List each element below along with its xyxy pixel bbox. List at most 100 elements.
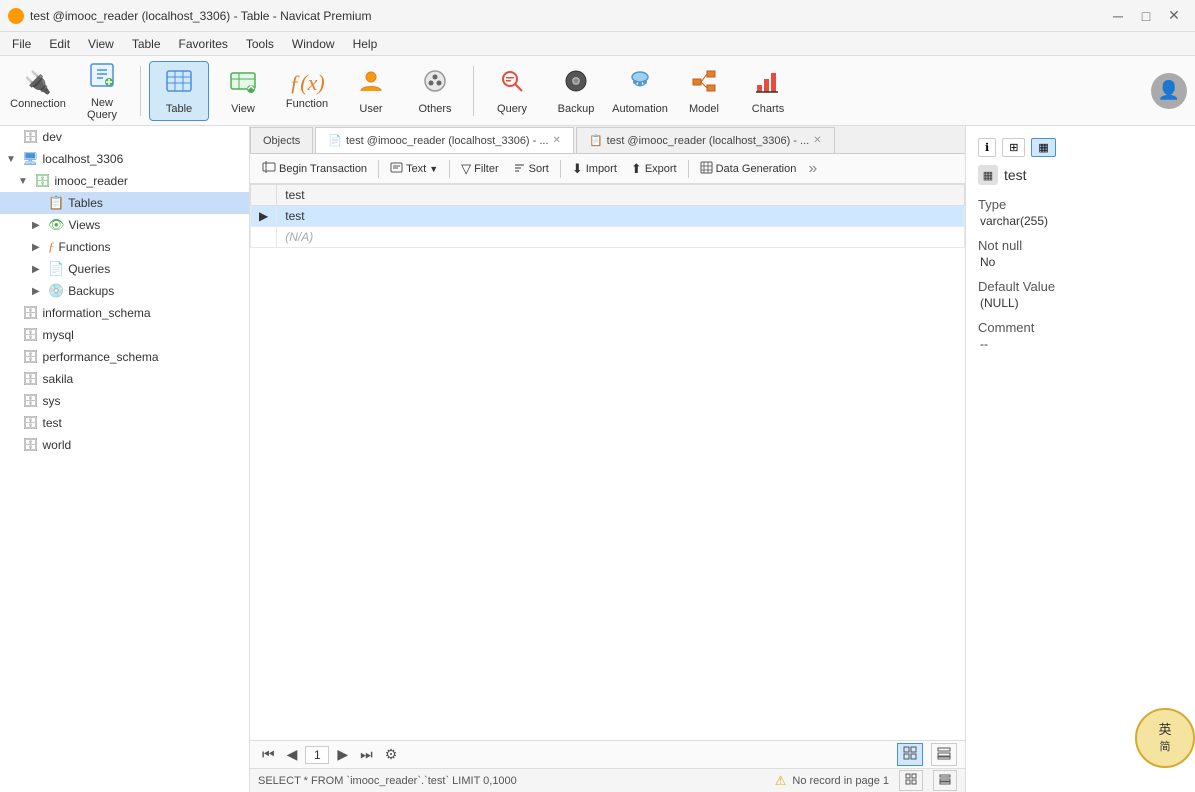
sidebar-item-perf-schema[interactable]: 🗄 performance_schema bbox=[0, 346, 249, 368]
tab-data1-label: test @imooc_reader (localhost_3306) - ..… bbox=[346, 135, 549, 147]
status-list-button[interactable] bbox=[933, 770, 957, 791]
sidebar-label-localhost: localhost_3306 bbox=[43, 152, 124, 166]
import-label: Import bbox=[586, 163, 617, 175]
comment-label: Comment bbox=[978, 320, 1183, 335]
tree-arrow: ▼ bbox=[18, 176, 30, 187]
automation-label: Automation bbox=[612, 103, 668, 115]
sidebar-item-mysql[interactable]: 🗄 mysql bbox=[0, 324, 249, 346]
toolbar-model[interactable]: Model bbox=[674, 61, 734, 121]
field-name-display: ▦ test bbox=[978, 165, 1183, 185]
sidebar-item-world[interactable]: 🗄 world bbox=[0, 434, 249, 456]
close-button[interactable]: ✕ bbox=[1161, 3, 1187, 29]
toolbar-backup[interactable]: Backup bbox=[546, 61, 606, 121]
sidebar-item-views[interactable]: ▶ 👁 Views bbox=[0, 214, 249, 236]
connection-label: Connection bbox=[10, 98, 66, 110]
table-row[interactable]: ▶ test bbox=[251, 206, 965, 227]
import-button[interactable]: ⬇ Import bbox=[566, 159, 623, 179]
sort-button[interactable]: Sort bbox=[507, 159, 555, 179]
toolbar-new-query[interactable]: New Query bbox=[72, 61, 132, 121]
sidebar-item-functions[interactable]: ▶ ƒ Functions bbox=[0, 236, 249, 258]
page-settings-button[interactable]: ⚙ bbox=[381, 744, 402, 765]
menu-help[interactable]: Help bbox=[345, 35, 386, 53]
sidebar-item-sys[interactable]: 🗄 sys bbox=[0, 390, 249, 412]
status-grid-button[interactable] bbox=[899, 770, 923, 791]
sidebar-item-info-schema[interactable]: 🗄 information_schema bbox=[0, 302, 249, 324]
menu-edit[interactable]: Edit bbox=[41, 35, 78, 53]
new-query-icon bbox=[88, 61, 116, 93]
dt-sep3 bbox=[560, 160, 561, 178]
toolbar-query[interactable]: Query bbox=[482, 61, 542, 121]
cell-test[interactable]: test bbox=[277, 206, 965, 227]
menu-view[interactable]: View bbox=[80, 35, 122, 53]
filter-label: Filter bbox=[474, 163, 498, 175]
text-button[interactable]: Text ▼ bbox=[384, 159, 444, 179]
toolbar-automation[interactable]: Automation bbox=[610, 61, 670, 121]
status-query: SELECT * FROM `imooc_reader`.`test` LIMI… bbox=[258, 775, 767, 787]
minimize-button[interactable]: ─ bbox=[1105, 3, 1131, 29]
view-icon bbox=[229, 67, 257, 99]
toolbar-user[interactable]: User bbox=[341, 61, 401, 121]
grid-view-button[interactable] bbox=[897, 743, 923, 766]
menu-window[interactable]: Window bbox=[284, 35, 343, 53]
toolbar-table[interactable]: Table bbox=[149, 61, 209, 121]
export-button[interactable]: ⬆ Export bbox=[625, 159, 683, 179]
user-avatar[interactable]: 👤 bbox=[1151, 73, 1187, 109]
export-icon: ⬆ bbox=[631, 161, 642, 177]
sidebar-item-dev[interactable]: 🗄 dev bbox=[0, 126, 249, 148]
data-generation-button[interactable]: Data Generation bbox=[694, 159, 803, 179]
toolbar-connection[interactable]: 🔌 Connection bbox=[8, 61, 68, 121]
sidebar-item-imooc-reader[interactable]: ▼ 🗄 imooc_reader bbox=[0, 170, 249, 192]
next-page-button[interactable]: ▶ bbox=[333, 744, 352, 765]
row-indicator-header bbox=[251, 185, 277, 206]
toolbar-charts[interactable]: Charts bbox=[738, 61, 798, 121]
filter-button[interactable]: ▽ Filter bbox=[455, 159, 504, 179]
dt-sep1 bbox=[378, 160, 379, 178]
sidebar-item-backups[interactable]: ▶ 💿 Backups bbox=[0, 280, 249, 302]
tab-objects[interactable]: Objects bbox=[250, 127, 313, 153]
dt-sep2 bbox=[449, 160, 450, 178]
pagination-bar: ⏮ ◀ 1 ▶ ⏭ ⚙ bbox=[250, 740, 965, 768]
query-label: Query bbox=[497, 103, 527, 115]
expand-button[interactable]: » bbox=[804, 160, 821, 178]
tab-data1[interactable]: 📄 test @imooc_reader (localhost_3306) - … bbox=[315, 127, 574, 153]
first-page-button[interactable]: ⏮ bbox=[258, 744, 279, 765]
menu-file[interactable]: File bbox=[4, 35, 39, 53]
list-view-button[interactable] bbox=[931, 743, 957, 766]
rp-info-button[interactable]: ℹ bbox=[978, 138, 996, 157]
tab-close1[interactable]: ✕ bbox=[553, 135, 561, 146]
model-icon bbox=[690, 67, 718, 99]
begin-transaction-button[interactable]: Begin Transaction bbox=[256, 158, 373, 179]
sidebar-item-sakila[interactable]: 🗄 sakila bbox=[0, 368, 249, 390]
sidebar-item-queries[interactable]: ▶ 📄 Queries bbox=[0, 258, 249, 280]
col-header-test: test bbox=[277, 185, 965, 206]
type-label: Type bbox=[978, 197, 1183, 212]
toolbar-view[interactable]: View bbox=[213, 61, 273, 121]
prev-page-button[interactable]: ◀ bbox=[283, 744, 302, 765]
toolbar-others[interactable]: Others bbox=[405, 61, 465, 121]
menu-tools[interactable]: Tools bbox=[238, 35, 282, 53]
right-panel-toolbar: ℹ ⊞ ▦ bbox=[978, 138, 1183, 157]
tree-arrow: ▶ bbox=[32, 242, 44, 253]
tab-close2[interactable]: ✕ bbox=[813, 135, 821, 146]
text-dropdown-arrow: ▼ bbox=[429, 164, 438, 174]
db-icon: 🗄 bbox=[22, 305, 39, 321]
tab-data2[interactable]: 📋 test @imooc_reader (localhost_3306) - … bbox=[576, 127, 835, 153]
functions-icon: ƒ bbox=[48, 239, 55, 255]
maximize-button[interactable]: □ bbox=[1133, 3, 1159, 29]
menu-table[interactable]: Table bbox=[124, 35, 169, 53]
sidebar-item-test[interactable]: 🗄 test bbox=[0, 412, 249, 434]
queries-icon: 📄 bbox=[48, 261, 64, 277]
window-controls[interactable]: ─ □ ✕ bbox=[1105, 3, 1187, 29]
menu-favorites[interactable]: Favorites bbox=[171, 35, 236, 53]
sidebar-item-localhost[interactable]: ▼ 🖥 localhost_3306 bbox=[0, 148, 249, 170]
db-icon: 🗄 bbox=[22, 393, 39, 409]
rp-grid-button[interactable]: ⊞ bbox=[1002, 138, 1025, 157]
sidebar-item-tables[interactable]: 📋 Tables bbox=[0, 192, 249, 214]
language-switcher[interactable]: 英简 bbox=[1135, 708, 1195, 768]
table-row-new[interactable]: (N/A) bbox=[251, 227, 965, 248]
toolbar-function[interactable]: ƒ(x) Function bbox=[277, 61, 337, 121]
default-value-section: Default Value (NULL) bbox=[978, 279, 1183, 320]
default-value-label: Default Value bbox=[978, 279, 1183, 294]
last-page-button[interactable]: ⏭ bbox=[356, 744, 377, 765]
rp-table-button[interactable]: ▦ bbox=[1031, 138, 1055, 157]
